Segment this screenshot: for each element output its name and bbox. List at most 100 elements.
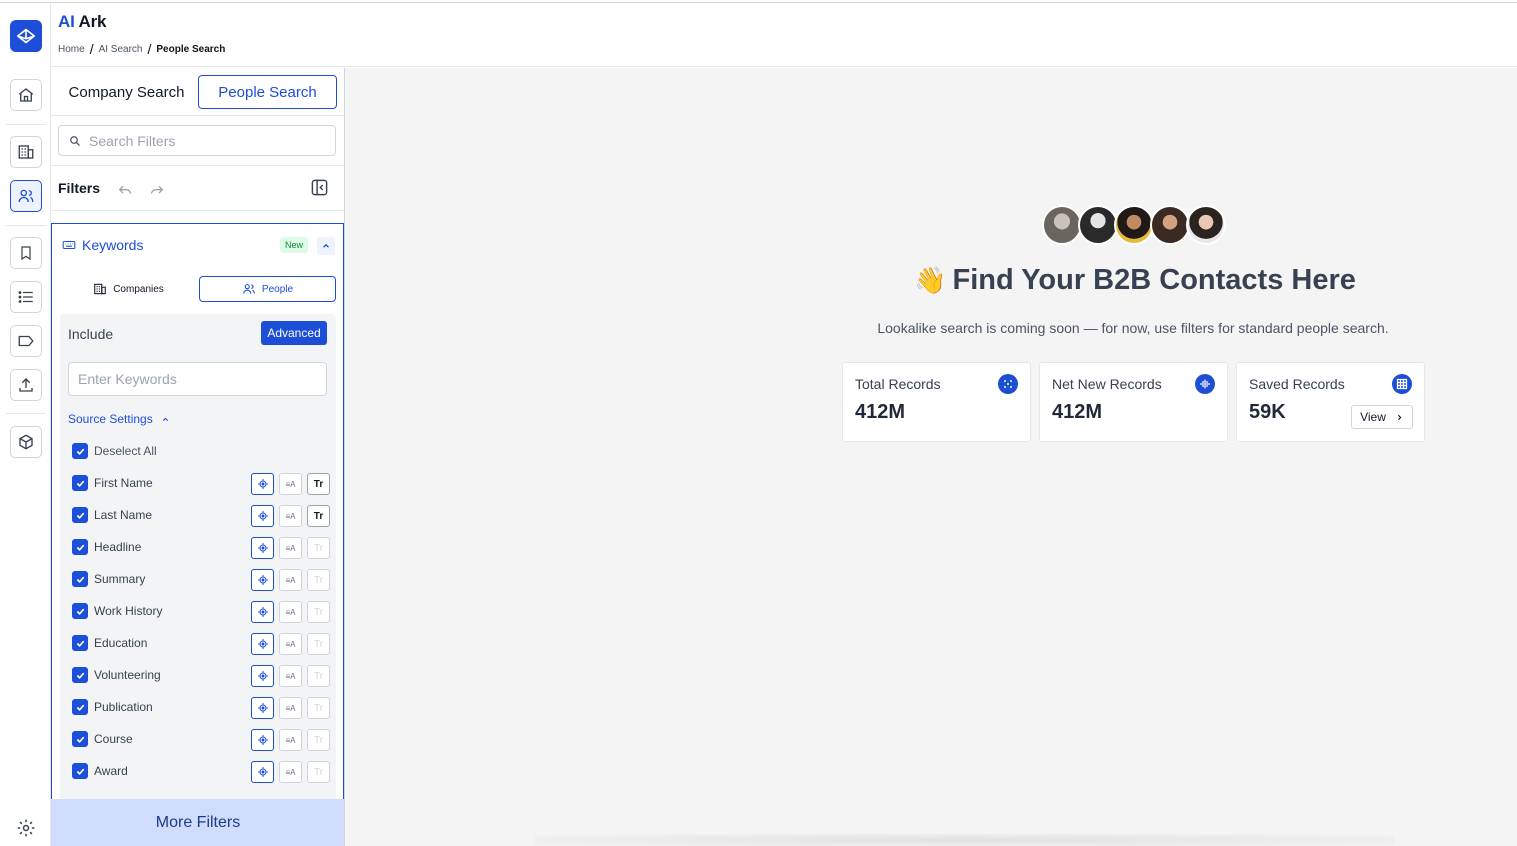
target-icon[interactable] — [251, 537, 274, 559]
breadcrumb-ai-search[interactable]: AI Search — [99, 44, 143, 55]
tag-icon[interactable] — [10, 325, 42, 357]
settings-gear-icon[interactable] — [10, 812, 42, 844]
case-sensitive-button[interactable]: Tr — [307, 729, 330, 751]
checkbox[interactable] — [72, 539, 88, 555]
more-filters-button[interactable]: More Filters — [51, 799, 344, 846]
main-content: 👋 Find Your B2B Contacts Here Lookalike … — [345, 68, 1517, 846]
case-sensitive-button[interactable]: Tr — [307, 633, 330, 655]
tab-company-search[interactable]: Company Search — [59, 75, 194, 109]
checkbox[interactable] — [72, 603, 88, 619]
case-sensitive-button[interactable]: Tr — [307, 601, 330, 623]
target-icon[interactable] — [251, 761, 274, 783]
fuzzy-match-button[interactable]: ≡A — [279, 761, 302, 783]
search-filters-input[interactable] — [89, 132, 319, 149]
avatar-group — [1042, 205, 1226, 245]
source-label: Education — [94, 636, 148, 650]
include-area: Include Advanced Source Settings Deselec… — [60, 314, 336, 803]
segment-people[interactable]: People — [199, 276, 336, 302]
checkbox[interactable] — [72, 507, 88, 523]
filters-title: Filters — [58, 180, 101, 196]
collapse-panel-icon[interactable] — [310, 178, 329, 197]
fuzzy-match-button[interactable]: ≡A — [279, 473, 302, 495]
home-icon[interactable] — [10, 79, 42, 111]
list-icon[interactable] — [10, 281, 42, 313]
stat-card-net-new-records: Net New Records 412M — [1039, 362, 1228, 442]
fuzzy-match-button[interactable]: ≡A — [279, 665, 302, 687]
breadcrumb-home[interactable]: Home — [58, 44, 85, 55]
search-icon — [70, 135, 80, 146]
case-sensitive-button[interactable]: Tr — [307, 697, 330, 719]
source-row: Headline ≡A Tr — [72, 532, 330, 564]
case-sensitive-button[interactable]: Tr — [307, 761, 330, 783]
undo-icon[interactable] — [117, 181, 133, 197]
target-icon[interactable] — [251, 633, 274, 655]
checkbox[interactable] — [72, 571, 88, 587]
source-settings-toggle[interactable]: Source Settings — [68, 412, 170, 426]
advanced-button[interactable]: Advanced — [261, 321, 327, 345]
checkbox[interactable] — [72, 635, 88, 651]
segment-people-label: People — [261, 283, 294, 295]
grid-table-icon — [1392, 374, 1412, 394]
fuzzy-match-button[interactable]: ≡A — [279, 569, 302, 591]
source-row: First Name ≡A Tr — [72, 468, 330, 500]
target-icon[interactable] — [251, 697, 274, 719]
segment-companies[interactable]: Companies — [61, 276, 196, 302]
case-sensitive-button[interactable]: Tr — [307, 569, 330, 591]
case-sensitive-button[interactable]: Tr — [307, 505, 330, 527]
keywords-header[interactable]: Keywords — [62, 237, 143, 253]
stat-value: 412M — [1052, 401, 1103, 423]
tab-people-search[interactable]: People Search — [198, 75, 337, 109]
segment-companies-label: Companies — [113, 283, 164, 295]
company-building-icon[interactable] — [10, 136, 42, 168]
avatar — [1078, 205, 1118, 245]
target-icon[interactable] — [251, 569, 274, 591]
bookmark-icon[interactable] — [10, 237, 42, 269]
integrations-cube-icon[interactable] — [10, 426, 42, 458]
view-saved-button[interactable]: View — [1351, 405, 1413, 429]
source-label: First Name — [94, 476, 153, 490]
stat-value: 412M — [855, 401, 906, 423]
case-sensitive-button[interactable]: Tr — [307, 665, 330, 687]
checkbox[interactable] — [72, 443, 88, 459]
hero-subtitle: Lookalike search is coming soon — for no… — [877, 320, 1389, 336]
people-icon[interactable] — [10, 180, 42, 212]
target-icon[interactable] — [251, 505, 274, 527]
source-row: Last Name ≡A Tr — [72, 500, 330, 532]
deselect-all-row: Deselect All — [72, 436, 330, 468]
keyboard-icon — [62, 240, 76, 250]
breadcrumb-separator: / — [89, 41, 94, 57]
checkbox[interactable] — [72, 699, 88, 715]
target-icon[interactable] — [251, 665, 274, 687]
fuzzy-match-button[interactable]: ≡A — [279, 505, 302, 527]
rail-divider — [6, 413, 46, 414]
stat-card-total-records: Total Records 412M — [842, 362, 1031, 442]
keywords-input[interactable] — [68, 362, 327, 396]
target-icon[interactable] — [251, 601, 274, 623]
fuzzy-match-button[interactable]: ≡A — [279, 601, 302, 623]
fuzzy-match-button[interactable]: ≡A — [279, 729, 302, 751]
filter-panel: Company Search People Search Filters Key… — [51, 68, 345, 846]
hero-title-text: Find Your B2B Contacts Here — [952, 264, 1356, 296]
upload-icon[interactable] — [10, 369, 42, 401]
app-logo-icon[interactable] — [10, 20, 42, 52]
target-icon[interactable] — [251, 473, 274, 495]
brand-ark: Ark — [78, 12, 107, 31]
new-badge: New — [280, 237, 309, 253]
checkbox[interactable] — [72, 731, 88, 747]
fuzzy-match-button[interactable]: ≡A — [279, 633, 302, 655]
fuzzy-match-button[interactable]: ≡A — [279, 537, 302, 559]
checkbox[interactable] — [72, 667, 88, 683]
checkbox[interactable] — [72, 475, 88, 491]
case-sensitive-button[interactable]: Tr — [307, 537, 330, 559]
checkbox[interactable] — [72, 763, 88, 779]
case-sensitive-button[interactable]: Tr — [307, 473, 330, 495]
target-icon[interactable] — [251, 729, 274, 751]
fuzzy-match-button[interactable]: ≡A — [279, 697, 302, 719]
redo-icon[interactable] — [149, 181, 165, 197]
keywords-filter-section: Keywords New Companies People Include Ad… — [51, 223, 344, 803]
source-row: Summary ≡A Tr — [72, 564, 330, 596]
source-label: Publication — [94, 700, 153, 714]
chevron-up-icon[interactable] — [317, 237, 335, 255]
brand-wordmark[interactable]: AI Ark — [58, 12, 106, 32]
source-row: Award ≡A Tr — [72, 756, 330, 788]
